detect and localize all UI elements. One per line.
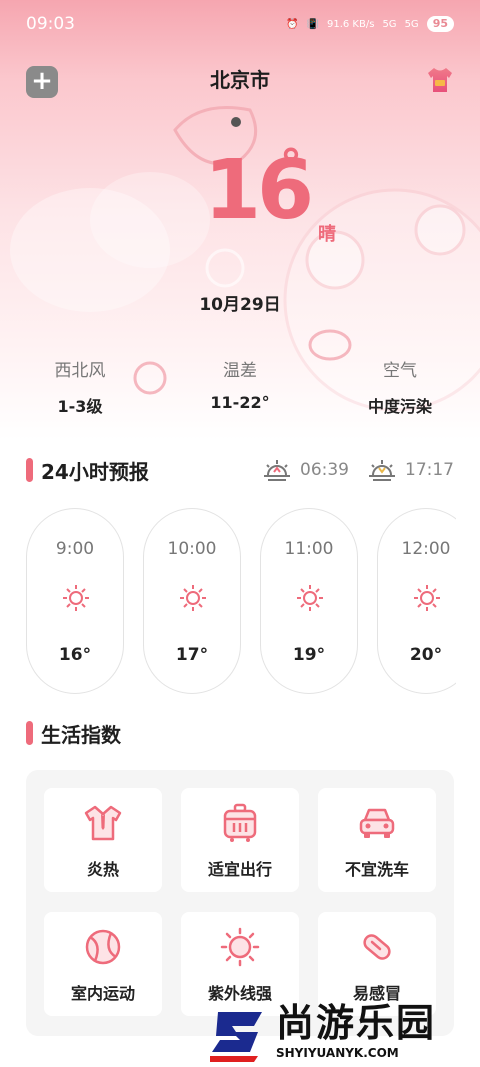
watermark-text: 尚游乐园 SHYIYUANYK.COM bbox=[276, 1004, 436, 1060]
vibrate-icon: 📳 bbox=[306, 18, 319, 30]
stat-label: 温差 bbox=[223, 361, 257, 381]
sun-icon bbox=[297, 585, 323, 611]
stat-air-quality: 空气 中度污染 bbox=[320, 356, 480, 417]
hour-time: 10:00 bbox=[167, 539, 217, 559]
status-time: 09:03 bbox=[26, 14, 75, 34]
stat-temp-range: 温差 11-22° bbox=[160, 356, 320, 417]
status-icons: ⏰ 📳 91.6 KB/s 5G 5G 95 bbox=[286, 16, 454, 32]
network-speed: 91.6 KB/s bbox=[326, 18, 375, 30]
sun-times: 06:39 17:17 bbox=[244, 458, 454, 482]
sunrise-icon bbox=[264, 460, 290, 481]
forecast-section-title: 24小时预报 bbox=[26, 457, 149, 484]
watermark-en: SHYIYUANYK.COM bbox=[276, 1045, 399, 1060]
sunrise: 06:39 bbox=[262, 458, 349, 482]
sunset: 17:17 bbox=[367, 458, 454, 482]
hour-temp: 17° bbox=[175, 645, 209, 665]
hour-temp: 20° bbox=[409, 645, 443, 665]
life-tile-carwash[interactable]: 不宜洗车 bbox=[318, 788, 436, 892]
hourly-forecast-list[interactable]: 9:00 16° 10:00 17° 11:00 19° 12:00 20° bbox=[26, 508, 456, 694]
section-accent-bar bbox=[26, 721, 33, 745]
sun-icon bbox=[414, 585, 440, 611]
stat-label: 空气 bbox=[383, 361, 417, 381]
city-title[interactable]: 北京市 bbox=[0, 64, 480, 93]
shirt-icon bbox=[84, 805, 122, 841]
status-bar: 09:03 ⏰ 📳 91.6 KB/s 5G 5G 95 bbox=[0, 0, 480, 48]
pill-icon bbox=[363, 934, 391, 960]
stat-value: 1-3级 bbox=[57, 397, 103, 416]
car-icon bbox=[359, 808, 395, 838]
sun-icon bbox=[63, 585, 89, 611]
sunset-icon bbox=[369, 460, 395, 481]
ball-icon bbox=[85, 929, 121, 965]
site-watermark: 尚游乐园 SHYIYUANYK.COM bbox=[210, 996, 480, 1067]
tile-label: 室内运动 bbox=[70, 984, 135, 1003]
hour-temp: 16° bbox=[58, 645, 92, 665]
weather-condition: 晴 bbox=[318, 224, 336, 245]
tile-label: 不宜洗车 bbox=[344, 860, 409, 879]
hour-time: 11:00 bbox=[284, 539, 334, 559]
stat-value: 11-22° bbox=[210, 393, 270, 412]
outfit-shirt-icon[interactable] bbox=[424, 64, 456, 96]
watermark-logo-icon bbox=[210, 1011, 262, 1062]
tile-label: 炎热 bbox=[86, 860, 119, 879]
sun-icon bbox=[180, 585, 206, 611]
sunset-time: 17:17 bbox=[405, 460, 454, 480]
luggage-icon bbox=[223, 803, 257, 842]
current-date: 10月29日 bbox=[199, 295, 281, 315]
temperature-unit: ° bbox=[280, 140, 302, 191]
forecast-title: 24小时预报 bbox=[41, 459, 149, 484]
stat-label: 西北风 bbox=[54, 361, 106, 381]
weather-stats: 西北风 1-3级 温差 11-22° 空气 中度污染 bbox=[0, 356, 480, 417]
life-tile-hot[interactable]: 炎热 bbox=[44, 788, 162, 892]
hour-time: 9:00 bbox=[55, 539, 95, 559]
life-title: 生活指数 bbox=[41, 722, 121, 747]
signal-5g-2: 5G bbox=[404, 18, 419, 30]
life-tile-sport[interactable]: 室内运动 bbox=[44, 912, 162, 1016]
watermark-cn: 尚游乐园 bbox=[276, 1000, 437, 1045]
stat-wind: 西北风 1-3级 bbox=[0, 356, 160, 417]
stat-value: 中度污染 bbox=[367, 397, 432, 416]
sunrise-time: 06:39 bbox=[300, 460, 349, 480]
battery-indicator: 95 bbox=[426, 16, 454, 32]
hour-card[interactable]: 11:00 19° bbox=[260, 508, 358, 694]
life-tile-travel[interactable]: 适宜出行 bbox=[181, 788, 299, 892]
hour-card[interactable]: 9:00 16° bbox=[26, 508, 124, 694]
alarm-icon: ⏰ bbox=[286, 18, 299, 30]
hour-temp: 19° bbox=[292, 645, 326, 665]
hour-card[interactable]: 10:00 17° bbox=[143, 508, 241, 694]
life-section-title: 生活指数 bbox=[26, 720, 121, 747]
hour-card[interactable]: 12:00 20° bbox=[377, 508, 456, 694]
uv-sun-icon bbox=[220, 927, 260, 967]
hour-time: 12:00 bbox=[401, 539, 451, 559]
section-accent-bar bbox=[26, 458, 33, 482]
signal-5g-1: 5G bbox=[382, 18, 397, 30]
tile-label: 适宜出行 bbox=[207, 860, 272, 879]
